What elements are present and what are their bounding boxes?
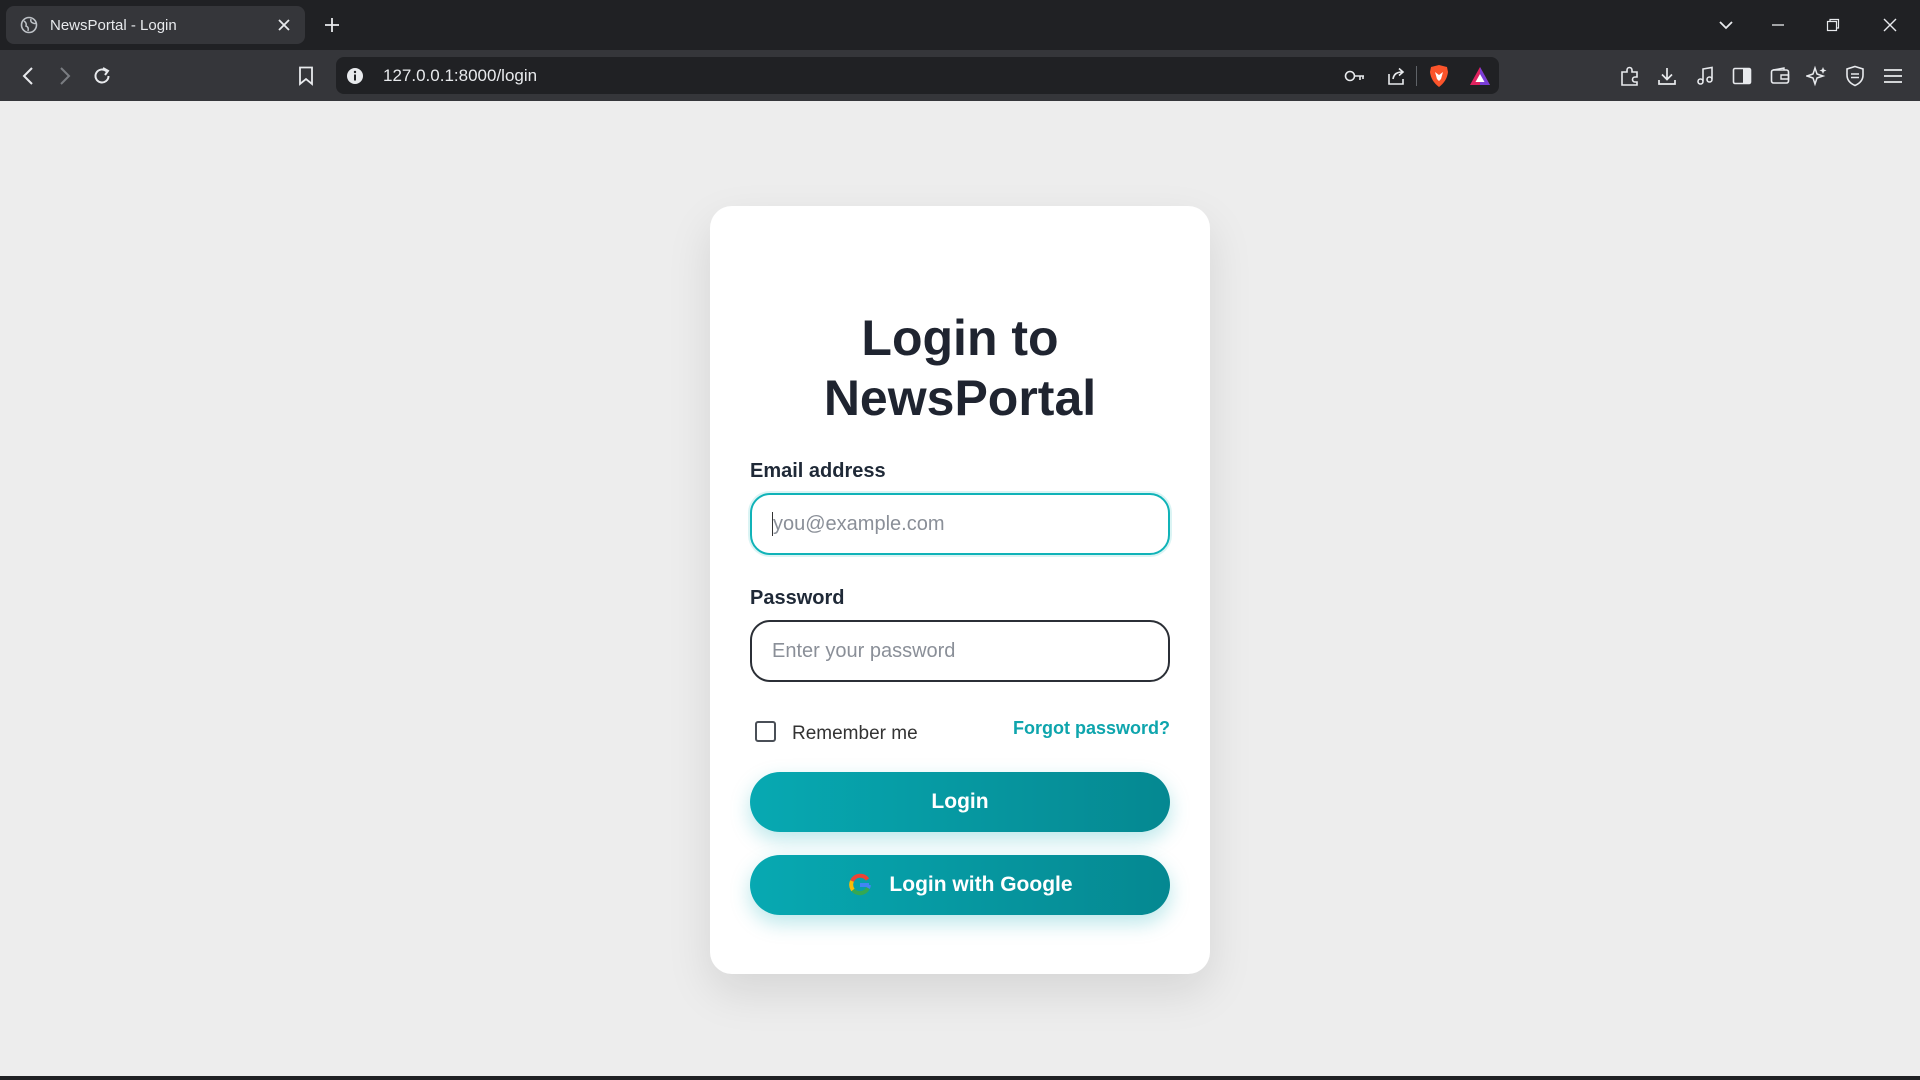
window-close-icon[interactable]	[1878, 13, 1902, 37]
google-button-label: Login with Google	[889, 873, 1073, 896]
info-icon[interactable]	[342, 63, 368, 89]
title-line-1: Login to	[861, 310, 1059, 366]
password-field[interactable]	[750, 620, 1170, 682]
browser-tab-bar: NewsPortal - Login	[0, 0, 1920, 50]
sidebar-icon[interactable]	[1729, 63, 1755, 89]
remember-label: Remember me	[792, 723, 918, 744]
wallet-icon[interactable]	[1767, 63, 1793, 89]
login-button[interactable]: Login	[750, 772, 1170, 832]
remember-me[interactable]: Remember me	[755, 717, 918, 745]
restore-icon[interactable]	[1821, 13, 1845, 37]
download-icon[interactable]	[1654, 63, 1680, 89]
brave-rewards-icon[interactable]	[1467, 63, 1493, 89]
reload-icon[interactable]	[89, 63, 115, 89]
browser-tab[interactable]: NewsPortal - Login	[6, 6, 305, 44]
url-text: 127.0.0.1:8000/login	[383, 66, 538, 85]
extensions-icon[interactable]	[1617, 63, 1643, 89]
remember-checkbox[interactable]	[755, 720, 776, 742]
forward-icon[interactable]	[52, 63, 78, 89]
page-content: Login to NewsPortal Email address Passwo…	[0, 101, 1920, 1076]
divider	[1416, 66, 1417, 86]
google-icon	[847, 872, 873, 898]
tab-title: NewsPortal - Login	[50, 16, 177, 34]
address-bar[interactable]: 127.0.0.1:8000/login	[336, 57, 1499, 94]
leo-icon[interactable]	[1804, 63, 1830, 89]
menu-icon[interactable]	[1880, 63, 1906, 89]
key-icon[interactable]	[1342, 63, 1368, 89]
forgot-password-link[interactable]: Forgot password?	[1013, 718, 1170, 739]
chevron-down-icon[interactable]	[1714, 13, 1738, 37]
login-card: Login to NewsPortal Email address Passwo…	[710, 206, 1210, 974]
minimize-icon[interactable]	[1766, 13, 1790, 37]
page-title: Login to NewsPortal	[710, 308, 1210, 428]
close-icon[interactable]	[273, 14, 295, 36]
back-icon[interactable]	[15, 63, 41, 89]
password-input[interactable]	[772, 639, 1168, 663]
brave-shield-icon[interactable]	[1426, 63, 1452, 89]
browser-toolbar: 127.0.0.1:8000/login	[0, 50, 1920, 101]
globe-icon	[20, 16, 38, 34]
share-icon[interactable]	[1384, 63, 1410, 89]
password-label: Password	[750, 587, 845, 609]
email-field[interactable]	[750, 493, 1170, 555]
media-icon[interactable]	[1692, 63, 1718, 89]
plus-icon[interactable]	[320, 13, 344, 37]
email-label: Email address	[750, 460, 886, 482]
vpn-icon[interactable]	[1842, 63, 1868, 89]
bookmark-icon[interactable]	[293, 63, 319, 89]
google-login-button[interactable]: Login with Google	[750, 855, 1170, 915]
login-button-label: Login	[931, 790, 989, 813]
email-input[interactable]	[773, 512, 1168, 536]
window-bottom-edge	[0, 1076, 1920, 1080]
title-line-2: NewsPortal	[823, 370, 1097, 426]
